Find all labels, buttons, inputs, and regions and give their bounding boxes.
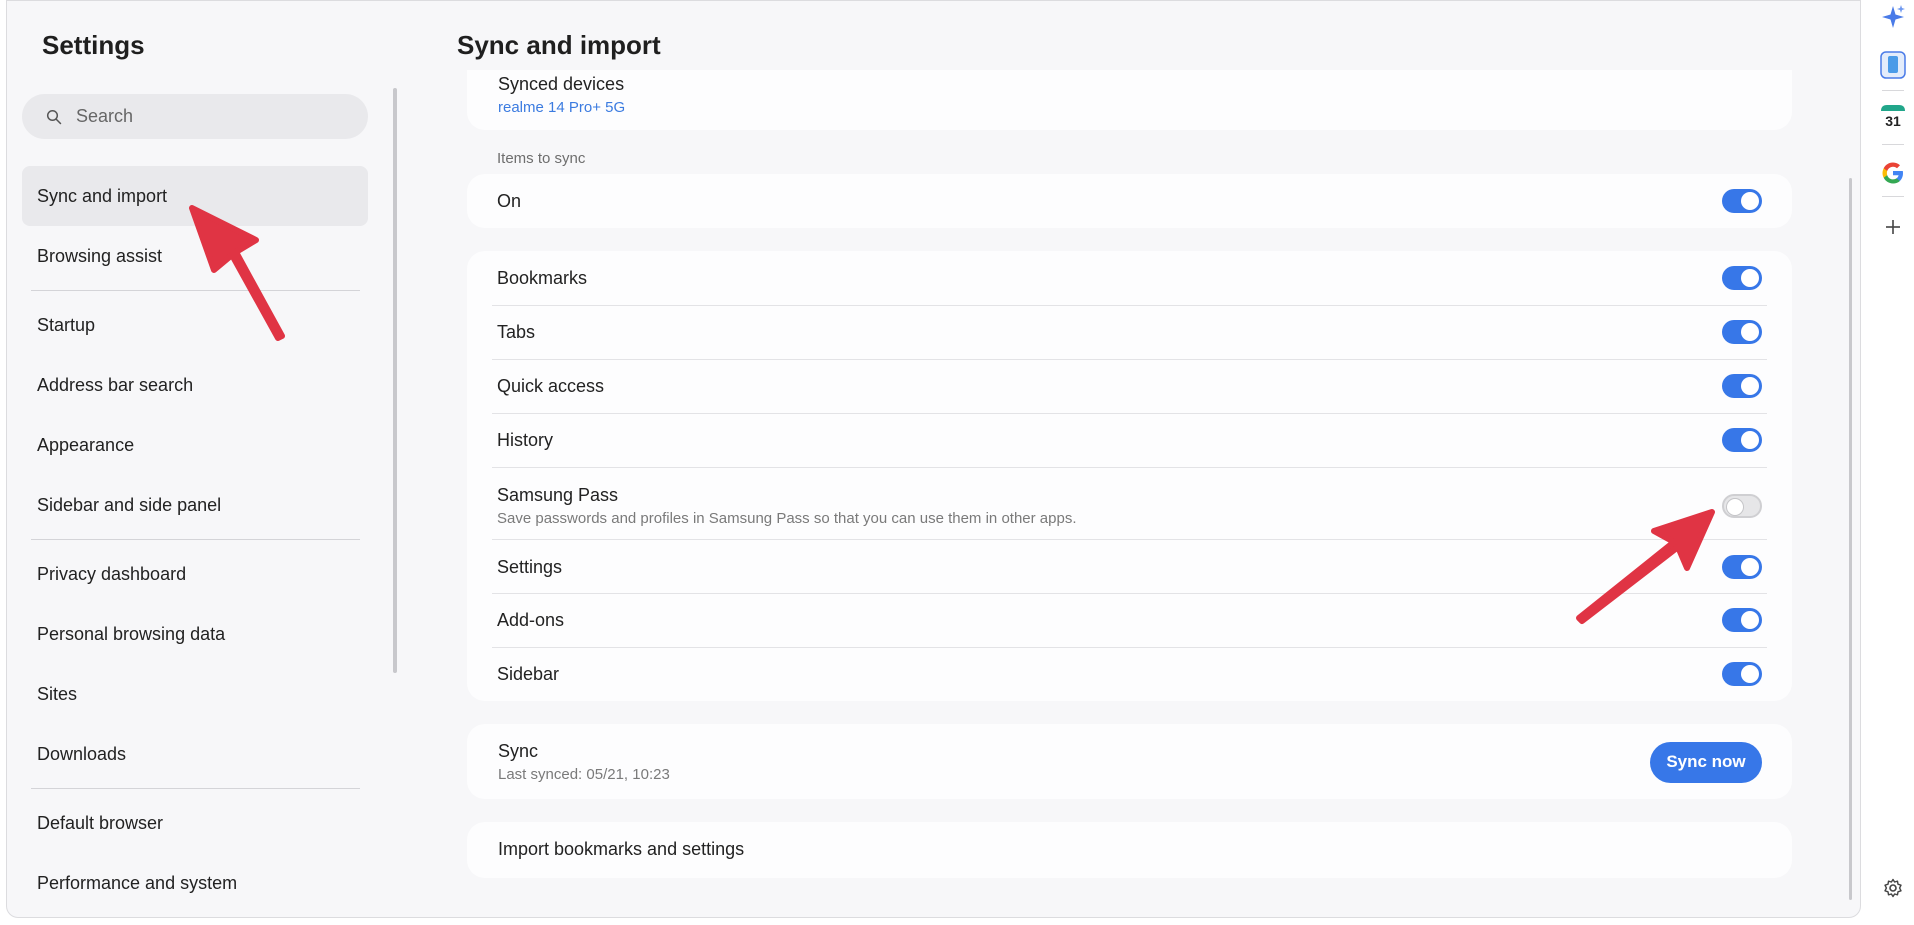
last-synced-text: Last synced: 05/21, 10:23 bbox=[498, 766, 670, 783]
items-to-sync-label: Items to sync bbox=[497, 150, 586, 167]
main-scrollbar[interactable] bbox=[1849, 178, 1852, 900]
sidebar-item-startup[interactable]: Startup bbox=[22, 295, 368, 355]
add-ons-label: Add-ons bbox=[497, 609, 565, 630]
synced-devices-label: Synced devices bbox=[498, 74, 625, 94]
nav-divider bbox=[31, 290, 360, 291]
sidebar-item-personal-browsing-data[interactable]: Personal browsing data bbox=[22, 604, 368, 664]
nav-divider bbox=[31, 539, 360, 540]
history-label: History bbox=[497, 429, 554, 450]
row-divider bbox=[492, 593, 1767, 594]
sidebar-item-downloads[interactable]: Downloads bbox=[22, 724, 368, 784]
sidebar-item-address-bar-search[interactable]: Address bar search bbox=[22, 355, 368, 415]
settings-sync-label: Settings bbox=[497, 556, 563, 577]
search-input[interactable] bbox=[76, 106, 356, 127]
sync-card: Sync Last synced: 05/21, 10:23 Sync now bbox=[467, 724, 1792, 799]
settings-title: Settings bbox=[42, 30, 145, 60]
sidebar-item-default-browser[interactable]: Default browser bbox=[22, 793, 368, 853]
rail-divider bbox=[1882, 196, 1904, 197]
sync-items-card: Bookmarks Tabs Quick access History Sams… bbox=[467, 251, 1792, 701]
quick-access-toggle[interactable] bbox=[1722, 374, 1762, 398]
sidebar-item-performance-and-system[interactable]: Performance and system bbox=[22, 853, 368, 913]
history-toggle[interactable] bbox=[1722, 428, 1762, 452]
search-box[interactable] bbox=[22, 94, 368, 139]
sidebar-scrollbar[interactable] bbox=[393, 88, 397, 673]
copilot-icon[interactable] bbox=[1876, 0, 1910, 34]
row-divider bbox=[492, 305, 1767, 306]
sidebar-item-appearance[interactable]: Appearance bbox=[22, 415, 368, 475]
import-label: Import bookmarks and settings bbox=[498, 839, 745, 859]
sidebar-sync-label: Sidebar bbox=[497, 663, 560, 684]
tabs-toggle[interactable] bbox=[1722, 320, 1762, 344]
search-icon bbox=[46, 109, 62, 124]
sidebar-nav: Sync and import Browsing assist Startup … bbox=[22, 166, 368, 913]
row-divider bbox=[492, 413, 1767, 414]
google-icon[interactable] bbox=[1876, 156, 1910, 190]
sidebar-item-sidebar-and-side-panel[interactable]: Sidebar and side panel bbox=[22, 475, 368, 535]
phone-icon[interactable] bbox=[1876, 48, 1910, 82]
sync-label: Sync bbox=[498, 741, 539, 761]
bookmarks-toggle[interactable] bbox=[1722, 266, 1762, 290]
synced-devices-card: Synced devices realme 14 Pro+ 5G bbox=[467, 70, 1792, 130]
row-divider bbox=[492, 647, 1767, 648]
sync-on-toggle[interactable] bbox=[1722, 189, 1762, 213]
quick-access-label: Quick access bbox=[497, 375, 605, 396]
row-divider bbox=[492, 359, 1767, 360]
calendar-day: 31 bbox=[1885, 113, 1901, 129]
sidebar-item-browsing-assist[interactable]: Browsing assist bbox=[22, 226, 368, 286]
sync-now-button[interactable]: Sync now bbox=[1650, 741, 1762, 783]
tabs-label: Tabs bbox=[497, 321, 536, 342]
sidebar-sync-toggle[interactable] bbox=[1722, 662, 1762, 686]
sidebar-item-privacy-dashboard[interactable]: Privacy dashboard bbox=[22, 544, 368, 604]
rail-divider bbox=[1882, 144, 1904, 145]
calendar-icon[interactable]: 31 bbox=[1876, 100, 1910, 134]
settings-sync-toggle[interactable] bbox=[1722, 555, 1762, 579]
sidebar-item-sync-and-import[interactable]: Sync and import bbox=[22, 166, 368, 226]
page-title: Sync and import bbox=[457, 30, 661, 60]
nav-divider bbox=[31, 788, 360, 789]
synced-device-link[interactable]: realme 14 Pro+ 5G bbox=[498, 99, 1762, 116]
samsung-pass-toggle[interactable] bbox=[1722, 494, 1762, 518]
row-divider bbox=[492, 539, 1767, 540]
rail-divider bbox=[1882, 90, 1904, 91]
sync-on-label: On bbox=[497, 190, 522, 211]
bookmarks-label: Bookmarks bbox=[497, 267, 588, 288]
samsung-pass-description: Save passwords and profiles in Samsung P… bbox=[497, 510, 1077, 527]
sync-on-card: On bbox=[467, 174, 1792, 228]
import-card[interactable]: Import bookmarks and settings bbox=[467, 822, 1792, 878]
right-rail: 31 bbox=[1872, 0, 1914, 925]
row-divider bbox=[492, 467, 1767, 468]
sidebar-item-sites[interactable]: Sites bbox=[22, 664, 368, 724]
samsung-pass-label: Samsung Pass bbox=[497, 485, 619, 505]
add-icon[interactable] bbox=[1876, 210, 1910, 244]
settings-icon[interactable] bbox=[1876, 871, 1910, 905]
add-ons-toggle[interactable] bbox=[1722, 608, 1762, 632]
